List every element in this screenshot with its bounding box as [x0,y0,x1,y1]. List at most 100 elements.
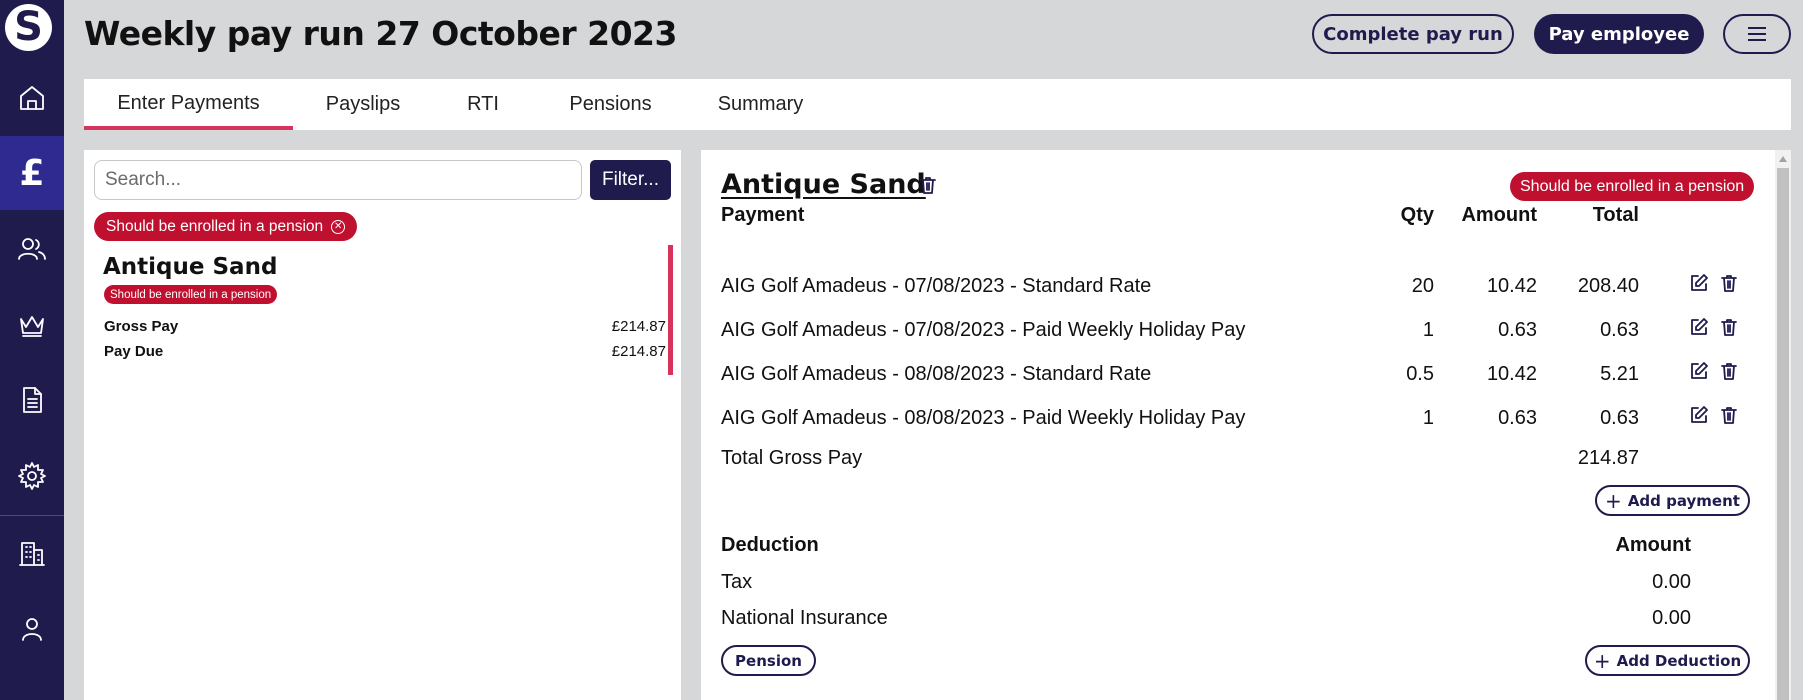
sidebar-item-employees[interactable] [0,212,64,286]
add-payment-button[interactable]: + Add payment [1595,485,1750,516]
payment-row-3-amount: 10.42 [1486,363,1537,385]
payment-column-header: Payment [721,204,805,226]
employee-name: Antique Sand [103,254,278,280]
trash-icon [1721,407,1737,424]
payment-row-2-amount: 0.63 [1498,319,1537,341]
hamburger-icon [1748,27,1766,41]
menu-button[interactable] [1723,14,1791,54]
tab-bar: Enter Payments Payslips RTI Pensions Sum… [84,79,1791,130]
pay-due-value: £214.87 [611,343,666,360]
sidebar-item-company[interactable] [0,516,64,590]
edit-payment-button[interactable] [1689,405,1709,430]
trash-icon [920,177,936,194]
sidebar-item-account[interactable] [0,592,64,666]
complete-pay-run-button[interactable]: Complete pay run [1312,14,1514,54]
delete-payment-button[interactable] [1719,405,1739,430]
pension-button[interactable]: Pension [721,645,816,676]
employee-detail-panel: Antique Sand Should be enrolled in a pen… [701,150,1791,700]
payment-row-4-amount: 0.63 [1498,407,1537,429]
payment-row-3-total: 5.21 [1600,363,1639,385]
edit-payment-button[interactable] [1689,273,1709,298]
deduction-column-header: Deduction [721,534,819,556]
sidebar-item-settings[interactable] [0,439,64,513]
tab-pensions[interactable]: Pensions [533,79,688,130]
deduction-row-tax-label: Tax [721,571,753,593]
payment-row-3-desc: AIG Golf Amadeus - 08/08/2023 - Standard… [721,363,1152,385]
deduction-row-ni-amount: 0.00 [1652,607,1691,629]
edit-icon [1691,318,1708,335]
payment-row-2-qty: 1 [1422,319,1434,341]
total-column-header: Total [1592,204,1639,226]
detail-employee-name[interactable]: Antique Sand [721,169,926,200]
sidebar-item-documents[interactable] [0,363,64,437]
edit-icon [1691,274,1708,291]
tab-summary[interactable]: Summary [688,79,833,130]
home-icon [20,86,44,110]
page-title: Weekly pay run 27 October 2023 [84,14,677,53]
employee-list-item[interactable]: Antique Sand Should be enrolled in a pen… [94,245,673,375]
trash-icon [1721,319,1737,336]
gross-pay-value: £214.87 [611,318,666,335]
pound-icon: £ [19,152,45,194]
gross-pay-label: Gross Pay [104,318,179,335]
deduction-row-tax-amount: 0.00 [1652,571,1691,593]
payment-row-1-desc: AIG Golf Amadeus - 07/08/2023 - Standard… [721,275,1152,297]
delete-payment-button[interactable] [1719,317,1739,342]
search-input[interactable] [94,160,582,200]
pay-due-row: Pay Due £214.87 [104,343,666,360]
crown-icon [20,316,44,337]
trash-icon [1721,275,1737,292]
deduction-amount-header: Amount [1615,534,1691,556]
payment-row-2-desc: AIG Golf Amadeus - 07/08/2023 - Paid Wee… [721,319,1246,341]
payment-row-4-total: 0.63 [1600,407,1639,429]
payment-row-4-desc: AIG Golf Amadeus - 08/08/2023 - Paid Wee… [721,407,1246,429]
close-circle-icon[interactable]: ✕ [331,219,346,234]
filter-button[interactable]: Filter... [590,160,671,200]
pension-status-badge: Should be enrolled in a pension [1510,172,1755,201]
pension-label: Pension [735,651,802,670]
add-deduction-label: Add Deduction [1616,651,1742,670]
active-filter-chip[interactable]: Should be enrolled in a pension ✕ [94,212,358,241]
gross-pay-row: Gross Pay £214.87 [104,318,666,335]
deduction-row-ni-label: National Insurance [721,607,888,629]
payment-row-3-qty: 0.5 [1406,363,1434,385]
edit-icon [1691,406,1708,423]
total-gross-pay-label: Total Gross Pay [721,447,863,469]
scroll-up-arrow-icon[interactable] [1779,156,1787,162]
tab-enter-payments[interactable]: Enter Payments [84,79,293,130]
delete-employee-button[interactable] [918,175,938,200]
qty-column-header: Qty [1400,204,1434,226]
trash-icon [1721,363,1737,380]
tab-rti[interactable]: RTI [433,79,533,130]
sidebar: S £ [0,0,64,700]
plus-icon: + [1605,488,1622,513]
sidebar-item-payroll[interactable]: £ [0,136,64,210]
payment-row-2-total: 0.63 [1600,319,1639,341]
scrollbar[interactable] [1775,150,1791,700]
total-gross-pay-value: 214.87 [1577,447,1639,469]
edit-payment-button[interactable] [1689,317,1709,342]
sidebar-item-crown[interactable] [0,288,64,362]
pay-employee-button[interactable]: Pay employee [1534,14,1704,54]
sidebar-item-home[interactable] [0,61,64,135]
document-icon [23,387,42,413]
pension-status-badge: Should be enrolled in a pension [104,285,278,304]
selected-indicator [668,245,673,375]
scrollbar-thumb[interactable] [1777,168,1789,700]
delete-payment-button[interactable] [1719,361,1739,386]
payment-row-1-qty: 20 [1411,275,1434,297]
user-icon [22,618,42,641]
users-icon [18,238,46,260]
employee-list-panel: Filter... Should be enrolled in a pensio… [84,150,681,700]
gear-icon [18,462,46,490]
plus-icon: + [1593,648,1611,673]
tab-payslips[interactable]: Payslips [293,79,433,130]
filter-chip-label: Should be enrolled in a pension [106,217,324,235]
payment-row-1-total: 208.40 [1577,275,1639,297]
delete-payment-button[interactable] [1719,273,1739,298]
edit-payment-button[interactable] [1689,361,1709,386]
add-deduction-button[interactable]: + Add Deduction [1585,645,1750,676]
building-icon [19,542,45,566]
app-logo[interactable]: S [5,4,52,51]
amount-column-header: Amount [1461,204,1537,226]
